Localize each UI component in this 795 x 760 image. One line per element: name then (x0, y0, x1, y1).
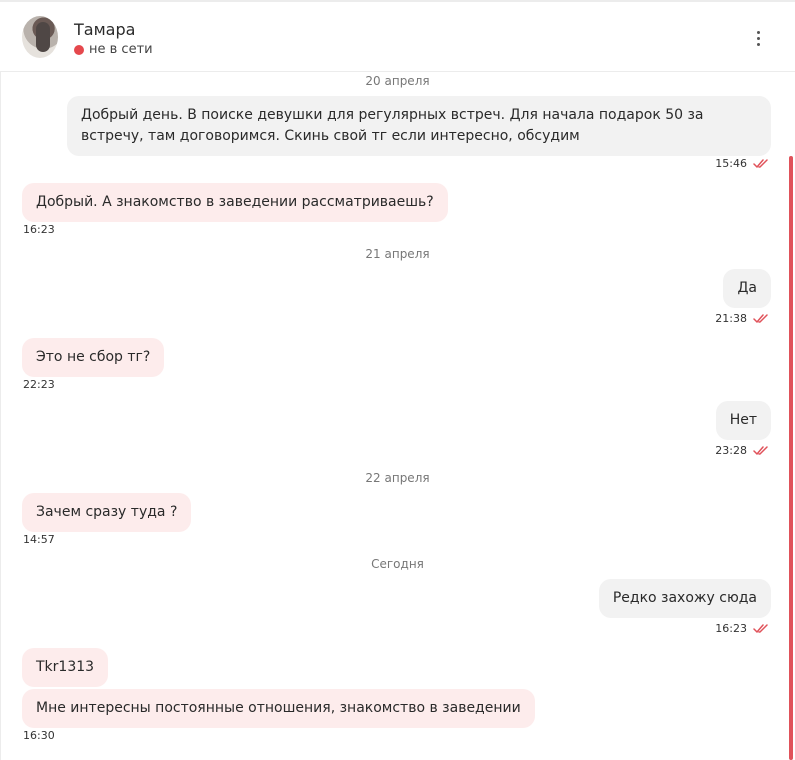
date-separator: 21 апреля (365, 247, 430, 261)
date-separator: 20 апреля (365, 74, 430, 88)
date-separator: 22 апреля (365, 471, 430, 485)
avatar-figure (36, 22, 50, 52)
message-bubble-incoming: Зачем сразу туда ? (22, 493, 192, 532)
message-bubble-incoming: Мне интересны постоянные отношения, знак… (22, 689, 535, 728)
status-text: не в сети (89, 42, 153, 57)
read-double-check-icon (753, 313, 768, 323)
message-time-outgoing: 16:23 (715, 622, 769, 635)
message-time-outgoing: 23:28 (715, 444, 769, 457)
contact-name[interactable]: Тамара (74, 20, 135, 39)
window-left-border (0, 0, 1, 760)
read-double-check-icon (753, 158, 768, 168)
message-time-incoming: 22:23 (23, 378, 55, 391)
more-options-icon[interactable] (748, 28, 768, 48)
message-time-outgoing: 15:46 (715, 157, 769, 170)
message-time-incoming: 14:57 (23, 533, 55, 546)
message-time: 23:28 (715, 444, 747, 457)
message-bubble-outgoing: Нет (715, 401, 771, 440)
message-time-outgoing: 21:38 (715, 312, 769, 325)
contact-status: не в сети (74, 42, 153, 57)
read-double-check-icon (753, 623, 768, 633)
message-time: 16:23 (715, 622, 747, 635)
message-time-incoming: 16:30 (23, 729, 55, 742)
message-time-incoming: 16:23 (23, 223, 55, 236)
date-separator: Сегодня (371, 557, 424, 571)
message-bubble-outgoing: Редко захожу сюда (598, 579, 771, 618)
offline-status-dot-icon (74, 44, 84, 55)
message-bubble-incoming: Это не сбор тг? (22, 338, 165, 377)
message-time: 15:46 (715, 157, 747, 170)
message-bubble-outgoing: Добрый день. В поиске девушки для регуля… (67, 96, 771, 156)
message-bubble-outgoing: Да (723, 269, 771, 308)
message-bubble-incoming: Tkr1313 (22, 648, 109, 687)
message-bubble-incoming: Добрый. А знакомство в заведении рассмат… (22, 183, 448, 222)
read-double-check-icon (753, 445, 768, 455)
message-time: 21:38 (715, 312, 747, 325)
chat-header: Тамара не в сети (0, 2, 795, 72)
avatar[interactable] (22, 16, 58, 58)
